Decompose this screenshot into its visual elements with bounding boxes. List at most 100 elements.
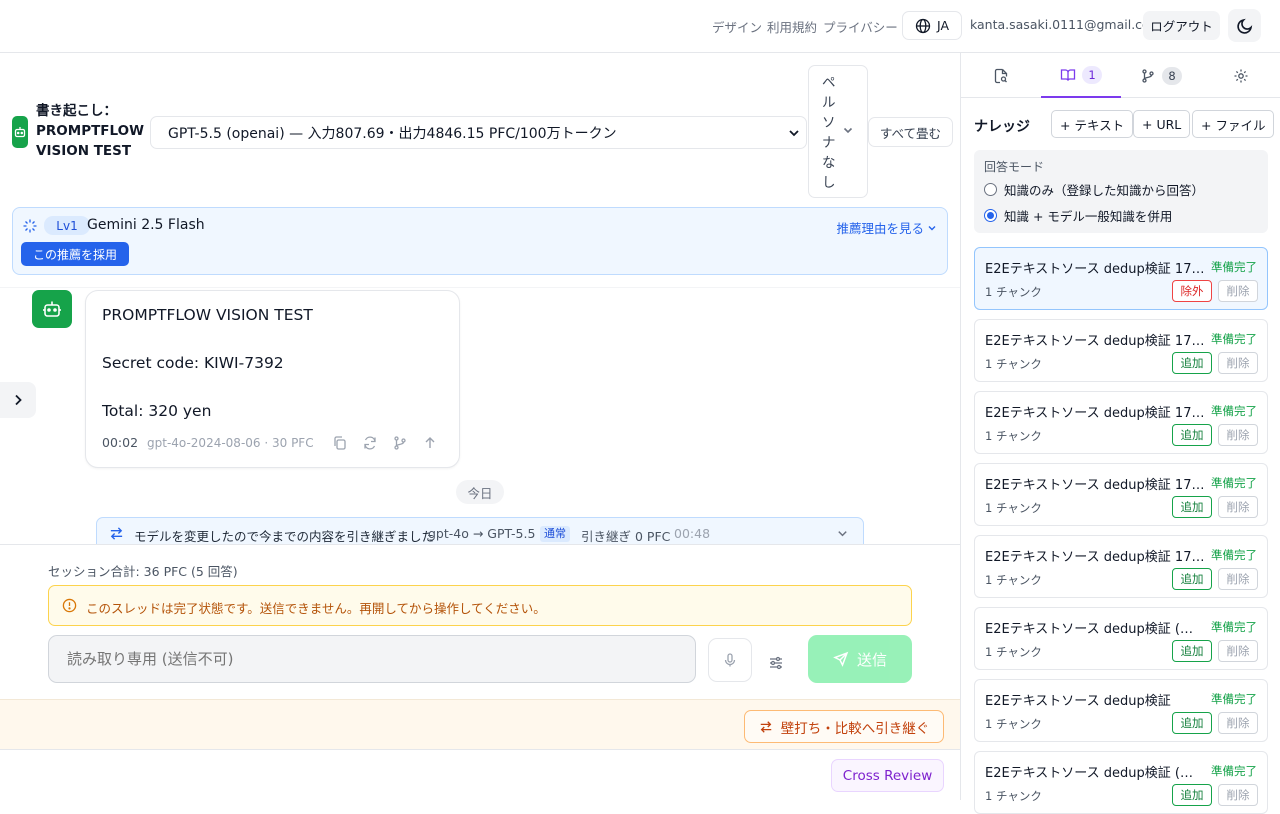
bot-icon <box>12 116 28 148</box>
message-model-meta: gpt-4o-2024-08-06 · 30 PFC <box>147 436 314 450</box>
model-switch-notice[interactable]: モデルを変更したので今までの内容を引き継ぎました gpt-4o → GPT-5.… <box>96 517 864 544</box>
add-text-button[interactable]: + テキスト <box>1051 110 1134 138</box>
composer-area: セッション合計: 36 PFC (5 回答) このスレッドは完了状態です。送信で… <box>0 544 960 800</box>
tab-settings[interactable] <box>1201 53 1280 98</box>
radio-knowledge-only[interactable] <box>984 183 997 196</box>
microphone-icon <box>724 653 736 667</box>
mode-option-knowledge-plus-model[interactable]: 知識 + モデル一般知識を併用 <box>984 206 1172 225</box>
copy-icon[interactable] <box>332 435 348 451</box>
send-label: 送信 <box>856 650 887 669</box>
message-input[interactable] <box>48 635 696 683</box>
swap-icon <box>760 720 772 733</box>
session-total: セッション合計: 36 PFC (5 回答) <box>48 564 238 579</box>
terms-link[interactable]: 利用規約 <box>767 17 817 36</box>
collapse-all-button[interactable]: すべて畳む <box>868 117 953 147</box>
persona-select[interactable]: ペルソナなし <box>808 65 868 198</box>
add-button[interactable]: 追加 <box>1172 424 1212 446</box>
knowledge-item-name: E2Eテキストソース dedup検証 1782345678905 <box>985 550 1205 565</box>
mic-button[interactable] <box>708 638 752 682</box>
tab-branches[interactable]: 8 <box>1121 53 1201 98</box>
handoff-strip: 壁打ち・比較へ引き継ぐ <box>0 699 960 750</box>
mode-badge: 通常 <box>540 526 570 542</box>
chevron-down-icon <box>789 130 799 137</box>
knowledge-item[interactable]: E2Eテキストソース dedup検証 1782345678904 準備完了 1 チャ… <box>974 463 1268 526</box>
cross-review-button[interactable]: Cross Review <box>831 759 944 792</box>
thread-title: 書き起こし：PROMPTFLOW VISION TEST <box>36 103 145 159</box>
delete-button[interactable]: 削除 <box>1218 784 1258 806</box>
branch-count: 8 <box>1162 66 1182 85</box>
send-button[interactable]: 送信 <box>808 635 912 683</box>
add-button[interactable]: 追加 <box>1172 496 1212 518</box>
document-search-icon <box>994 68 1008 83</box>
knowledge-item[interactable]: E2Eテキストソース dedup検証 (再投入) 準備完了 1 チャンク 追加 削除 <box>974 607 1268 670</box>
knowledge-item-name: E2Eテキストソース dedup検証 1782345678902 <box>985 334 1205 349</box>
knowledge-item-status: 準備完了 <box>1211 404 1257 418</box>
chevron-down-icon <box>843 127 853 134</box>
carry-cost: 引き継ぎ 0 PFC <box>581 529 671 544</box>
delete-button[interactable]: 削除 <box>1218 712 1258 734</box>
book-open-icon <box>1060 68 1076 81</box>
chevron-right-icon <box>15 394 22 406</box>
persona-value: ペルソナなし <box>822 75 836 191</box>
knowledge-item[interactable]: E2Eテキストソース dedup検証 (再投入2) 準備完了 1 チャンク 追加削除 <box>974 751 1268 814</box>
add-button[interactable]: 追加 <box>1172 712 1212 734</box>
robot-icon <box>43 301 61 317</box>
delete-button[interactable]: 削除 <box>1218 640 1258 662</box>
delete-button[interactable]: 削除 <box>1218 496 1258 518</box>
sparkle-icon <box>23 219 37 233</box>
delete-button[interactable]: 削除 <box>1218 424 1258 446</box>
delete-button[interactable]: 削除 <box>1218 280 1258 302</box>
handoff-button[interactable]: 壁打ち・比較へ引き継ぐ <box>744 710 944 743</box>
knowledge-item[interactable]: E2Eテキストソース dedup検証 1782345678903 準備完了 1 チャ… <box>974 391 1268 454</box>
send-icon <box>833 651 849 667</box>
git-branch-icon <box>1142 68 1154 83</box>
add-button[interactable]: 追加 <box>1172 640 1212 662</box>
switch-time: 00:48 <box>674 526 711 541</box>
alert-circle-icon <box>62 598 77 613</box>
design-link[interactable]: デザイン <box>712 17 762 36</box>
show-reason-link[interactable]: 推薦理由を見る <box>836 218 937 237</box>
add-url-button[interactable]: + URL <box>1133 110 1191 138</box>
regenerate-icon[interactable] <box>362 435 378 451</box>
radio-knowledge-plus-model[interactable] <box>984 209 997 222</box>
user-email: kanta.sasaki.0111@gmail.com <box>970 17 1162 32</box>
model-switch-flow: gpt-4o → GPT-5.5 <box>428 526 536 541</box>
knowledge-item[interactable]: E2Eテキストソース dedup検証 1782345678901 準備完了 1 チャ… <box>974 247 1268 310</box>
add-button[interactable]: 追加 <box>1172 352 1212 374</box>
adopt-recommendation-button[interactable]: この推薦を採用 <box>21 242 129 266</box>
privacy-link[interactable]: プライバシー <box>823 17 898 36</box>
branch-icon[interactable] <box>392 435 408 451</box>
expand-sidebar-button[interactable] <box>0 382 36 418</box>
knowledge-item-status: 準備完了 <box>1211 692 1257 706</box>
tab-documents[interactable] <box>961 53 1041 98</box>
logout-button[interactable]: ログアウト <box>1143 11 1220 40</box>
recommended-model: Gemini 2.5 Flash <box>87 217 205 233</box>
delete-button[interactable]: 削除 <box>1218 568 1258 590</box>
mode-option-knowledge-only[interactable]: 知識のみ（登録した知識から回答） <box>984 180 1204 199</box>
readonly-warning: このスレッドは完了状態です。送信できません。再開してから操作してください。 <box>48 585 912 626</box>
delete-button[interactable]: 削除 <box>1218 352 1258 374</box>
knowledge-title: ナレッジ <box>974 119 1030 135</box>
knowledge-item-chunks: 1 チャンク <box>985 357 1042 371</box>
sliders-icon[interactable] <box>768 655 784 671</box>
message-list[interactable]: PROMPTFLOW VISION TEST Secret code: KIWI… <box>0 287 960 544</box>
level-badge: Lv1 <box>44 216 90 235</box>
language-button[interactable]: JA <box>902 11 962 40</box>
add-file-button[interactable]: + ファイル <box>1192 110 1275 138</box>
exclude-button[interactable]: 除外 <box>1172 280 1212 302</box>
knowledge-item-chunks: 1 チャンク <box>985 501 1042 515</box>
arrow-up-icon[interactable] <box>422 435 438 451</box>
knowledge-item[interactable]: E2Eテキストソース dedup検証 準備完了 1 チャンク 追加 削除 <box>974 679 1268 742</box>
knowledge-item[interactable]: E2Eテキストソース dedup検証 1782345678902 準備完了 1 チャ… <box>974 319 1268 382</box>
theme-toggle-button[interactable] <box>1228 9 1261 42</box>
add-button[interactable]: 追加 <box>1172 784 1212 806</box>
message-line: Secret code: KIWI-7392 <box>102 354 284 372</box>
model-select[interactable]: GPT-5.5 (openai) — 入力807.69・出力4846.15 PF… <box>150 116 807 149</box>
add-button[interactable]: 追加 <box>1172 568 1212 590</box>
assistant-avatar <box>32 290 72 328</box>
knowledge-item-status: 準備完了 <box>1211 764 1257 778</box>
chevron-down-icon <box>928 225 936 230</box>
knowledge-item-status: 準備完了 <box>1211 260 1257 274</box>
knowledge-item[interactable]: E2Eテキストソース dedup検証 1782345678905 準備完了 1 チャ… <box>974 535 1268 598</box>
tab-knowledge[interactable]: 1 <box>1041 53 1121 98</box>
